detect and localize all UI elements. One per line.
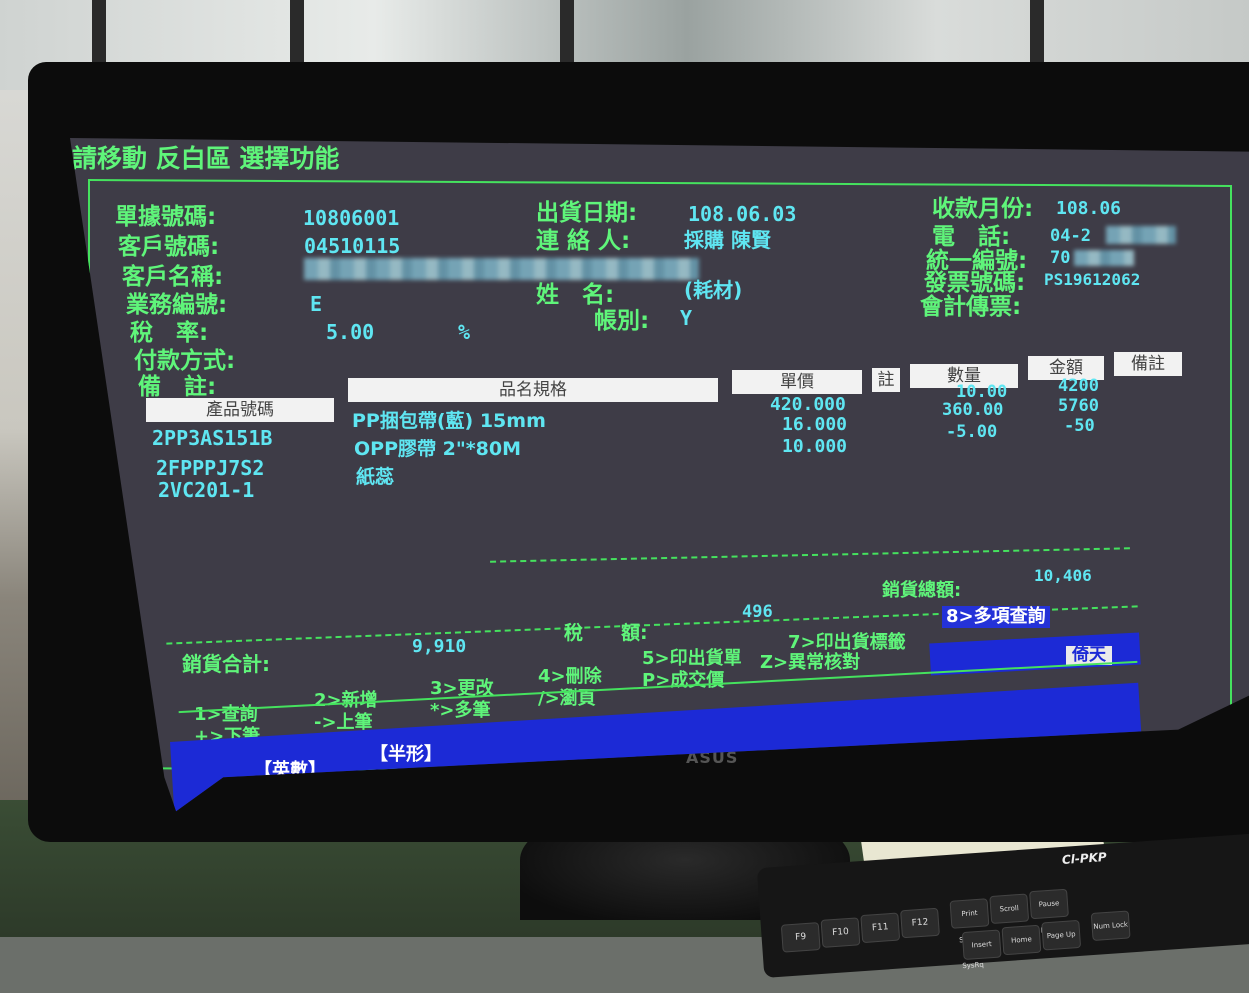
row-amount: -50 (1064, 416, 1095, 436)
row-qty: 10.00 (956, 382, 1008, 402)
tax-id-value: 70 (1050, 248, 1071, 268)
terminal-screen: 請移動 反白區 選擇功能 單據號碼: 10806001 客戶號碼: 045101… (70, 138, 1249, 812)
invoice-no-label: 發票號碼: (924, 270, 1026, 296)
doc-no-label: 單據號碼: (115, 204, 217, 230)
menu-multi-query[interactable]: 8>多項查詢 (942, 606, 1050, 628)
menu-multi[interactable]: *>多筆 (430, 702, 491, 720)
tax-value: 496 (742, 602, 773, 622)
account-label: 帳別: (594, 308, 650, 334)
row-code: 2FPPPJ7S2 (156, 456, 265, 480)
col-header-note: 註 (872, 368, 900, 392)
menu-print-label[interactable]: 7>印出貨標籤 (788, 634, 906, 652)
key-f12[interactable]: F12 (900, 907, 940, 939)
tax-id-redacted (1074, 250, 1134, 266)
tax-rate-label: 稅 率: (130, 320, 209, 346)
sales-subtotal-value: 9,910 (412, 636, 467, 657)
row-amount: 4200 (1058, 376, 1099, 396)
col-header-code: 產品號碼 (146, 398, 334, 422)
customer-no-value: 04510115 (304, 234, 401, 258)
key-scroll-lock[interactable]: Scroll Lock (989, 893, 1030, 939)
tax-label: 稅 額: (564, 622, 648, 644)
key-print-screen[interactable]: Print Screen SysRq (949, 898, 990, 970)
customer-name-redacted (304, 258, 699, 280)
row-qty: -5.00 (946, 422, 998, 442)
key-f11[interactable]: F11 (860, 912, 901, 944)
tax-rate-unit: % (458, 320, 471, 344)
menu-delete[interactable]: 4>刪除 (538, 668, 602, 686)
contact-label: 連 絡 人: (536, 228, 631, 254)
sales-total-amount-label: 銷貨總額: (882, 580, 962, 601)
sales-total-amount-value: 10,406 (1034, 566, 1092, 585)
sales-subtotal-label: 銷貨合計: (182, 652, 270, 676)
row-spec: PP捆包帶(藍) 15mm (352, 410, 546, 432)
account-value: Y (680, 306, 693, 330)
row-code: 2PP3AS151B (152, 426, 273, 450)
phone-value: 04-2 (1050, 226, 1091, 246)
row-spec: OPP膠帶 2"*80M (354, 438, 522, 460)
col-header-price: 單價 (732, 370, 862, 394)
name-value: (耗材) (684, 278, 743, 302)
col-header-spec: 品名規格 (348, 378, 718, 402)
ship-date-value: 108.06.03 (688, 202, 797, 226)
remarks-label: 備 註: (138, 374, 217, 400)
doc-no-value: 10806001 (303, 206, 400, 230)
key-page-up[interactable]: Page Up (1041, 919, 1082, 951)
key-home[interactable]: Home (1001, 924, 1042, 956)
contact-value: 採購 陳賢 (684, 228, 771, 252)
phone-label: 電 話: (932, 224, 1011, 250)
name-label: 姓 名: (536, 282, 615, 308)
menu-print-bill[interactable]: 5>印出貨單 (642, 650, 742, 668)
row-price: 420.000 (770, 394, 846, 415)
phone-redacted (1106, 226, 1176, 244)
key-f9[interactable]: F9 (780, 922, 821, 953)
key-f10[interactable]: F10 (820, 917, 861, 948)
accounting-label: 會計傳票: (920, 294, 1022, 320)
instruction-text: 請移動 反白區 選擇功能 (72, 144, 340, 173)
customer-no-label: 客戶號碼: (118, 234, 220, 260)
row-spec: 紙蕊 (356, 466, 395, 488)
col-header-remark: 備註 (1114, 352, 1182, 376)
key-insert[interactable]: Insert (961, 929, 1002, 961)
keyboard-brand-logo: Cl-PKP (1061, 849, 1108, 867)
ship-date-label: 出貨日期: (536, 200, 638, 226)
key-num-lock[interactable]: Num Lock (1090, 910, 1131, 942)
sales-no-label: 業務編號: (126, 292, 228, 318)
width-mode-indicator: 【半形】 (370, 744, 442, 765)
row-qty: 360.00 (942, 400, 1004, 420)
customer-name-label: 客戶名稱: (122, 264, 224, 290)
tax-rate-value: 5.00 (326, 320, 375, 344)
invoice-no-value: PS19612062 (1044, 270, 1141, 289)
collect-month-value: 108.06 (1056, 198, 1122, 219)
menu-anomaly[interactable]: Z>異常核對 (760, 654, 860, 672)
row-amount: 5760 (1058, 396, 1099, 416)
row-price: 10.000 (782, 436, 848, 457)
sales-no-value: E (310, 292, 323, 316)
collect-month-label: 收款月份: (932, 196, 1034, 222)
key-pause-break[interactable]: Pause Break (1029, 888, 1069, 935)
payment-label: 付款方式: (134, 348, 236, 374)
row-code: 2VC201-1 (158, 478, 255, 502)
row-price: 16.000 (782, 414, 848, 435)
